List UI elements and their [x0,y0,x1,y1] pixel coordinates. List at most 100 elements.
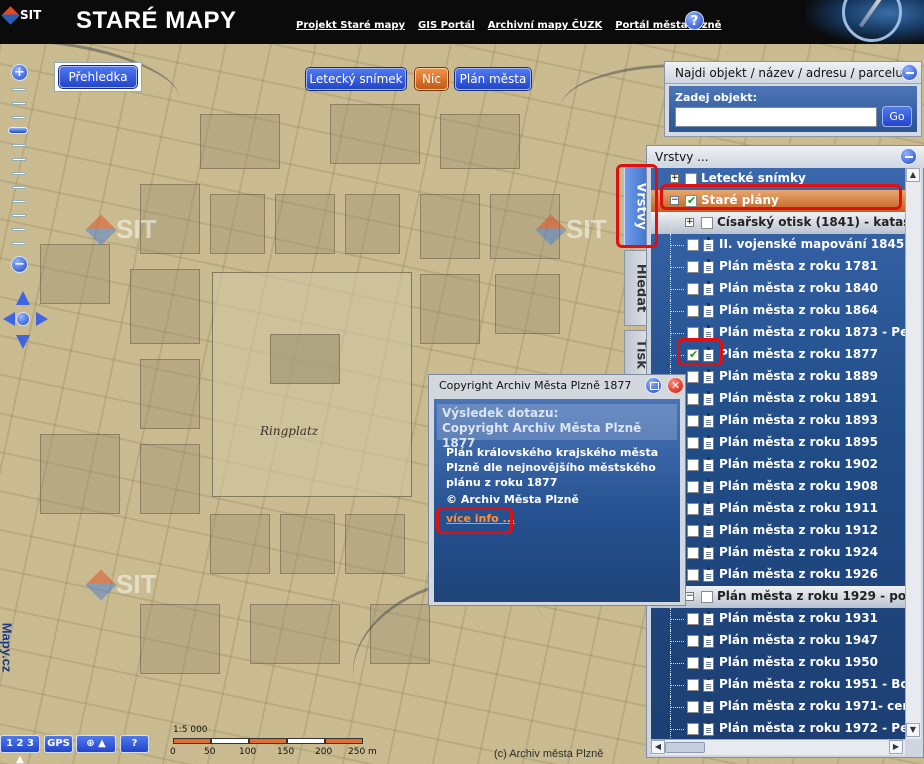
layer-checkbox[interactable] [687,503,699,515]
layer-document-icon[interactable] [703,633,714,648]
sit-logo[interactable]: SIT [1,6,48,26]
layer-document-icon[interactable] [703,347,714,362]
mapy-cz-brand[interactable]: Mapy.cz [0,623,14,673]
layer-document-icon[interactable] [703,435,714,450]
layer-document-icon[interactable] [703,501,714,516]
layer-row[interactable]: Plán města z roku 1947 [651,630,905,652]
layer-document-icon[interactable] [703,677,714,692]
layer-checkbox[interactable] [687,679,699,691]
layer-checkbox[interactable] [687,393,699,405]
zoom-tick[interactable] [12,144,26,147]
locate-button[interactable]: ⊕ ▲ [76,735,116,753]
search-go-button[interactable]: Go [882,106,912,127]
scroll-right-icon[interactable]: ▶ [889,740,903,754]
layer-row[interactable]: Plán města z roku 1972 - Petroh [651,718,905,739]
zoom-tick[interactable] [12,200,26,203]
layer-row[interactable]: Plán města z roku 1911 [651,498,905,520]
expand-icon[interactable]: + [685,218,694,227]
scroll-left-icon[interactable]: ◀ [651,740,665,754]
layer-row[interactable]: Plán města z roku 1895 [651,432,905,454]
layer-checkbox[interactable] [687,547,699,559]
zoom-tick[interactable] [12,102,26,105]
link-portal-mesta-plzne[interactable]: Portál města Plzně [615,20,721,31]
link-projekt-stare-mapy[interactable]: Projekt Staré mapy [296,20,405,31]
zoom-tick[interactable] [12,214,26,217]
zoom-tick[interactable] [12,228,26,231]
layers-collapse-icon[interactable] [900,148,917,165]
layer-document-icon[interactable] [703,259,714,274]
layer-row[interactable]: Plán města z roku 1908 [651,476,905,498]
layer-checkbox[interactable] [687,261,699,273]
layer-checkbox[interactable] [687,283,699,295]
layer-checkbox[interactable] [687,437,699,449]
zoom-tick[interactable] [12,158,26,161]
layer-document-icon[interactable] [703,567,714,582]
layer-document-icon[interactable] [703,237,714,252]
layer-row[interactable]: Plán města z roku 1891 [651,388,905,410]
layer-checkbox[interactable] [687,613,699,625]
zoom-tick[interactable] [12,116,26,119]
layer-checkbox[interactable] [687,481,699,493]
layer-vertical-scrollbar[interactable]: ▲ ▼ [905,168,921,739]
help-button[interactable]: ? [120,735,149,753]
link-archivni-mapy-cuzk[interactable]: Archivní mapy ČUZK [488,20,602,31]
layer-document-icon[interactable] [703,413,714,428]
pan-down-icon[interactable] [16,335,30,349]
layer-document-icon[interactable] [703,281,714,296]
layer-document-icon[interactable] [703,391,714,406]
overview-button[interactable]: Přehledka [59,66,137,88]
zoom-in-button[interactable]: + [11,64,28,81]
layer-checkbox[interactable] [687,723,699,735]
basemap-aerial-button[interactable]: Letecký snímek [306,68,406,90]
layer-row[interactable]: Plán města z roku 1893 [651,410,905,432]
layer-row[interactable]: Plán města z roku 1924 [651,542,905,564]
layer-row[interactable]: Plán města z roku 1912 [651,520,905,542]
layer-document-icon[interactable] [703,457,714,472]
zoom-tick[interactable] [12,88,26,91]
layer-document-icon[interactable] [703,655,714,670]
pan-up-icon[interactable] [16,291,30,305]
layer-row[interactable]: Plán města z roku 1864 [651,300,905,322]
layer-checkbox[interactable] [701,217,713,229]
popup-restore-icon[interactable] [645,377,662,394]
scroll-thumb[interactable] [665,742,705,753]
layer-checkbox[interactable] [687,348,699,361]
popup-close-icon[interactable]: ✕ [667,377,684,394]
zoom-tick[interactable] [12,242,26,245]
zoom-tick[interactable] [12,186,26,189]
help-icon[interactable]: ? [685,11,704,30]
search-input[interactable] [675,107,877,127]
zoom-tick[interactable] [12,172,26,175]
layer-row[interactable]: Plán města z roku 1889 [651,366,905,388]
collapse-icon[interactable]: − [670,196,679,205]
basemap-none-button[interactable]: Nic [415,68,448,90]
layer-document-icon[interactable] [703,545,714,560]
gps-button[interactable]: GPS [44,735,73,753]
layer-row[interactable]: Plán města z roku 1931 [651,608,905,630]
layer-checkbox[interactable] [687,459,699,471]
layer-checkbox[interactable] [687,525,699,537]
layer-checkbox[interactable] [687,569,699,581]
layer-checkbox[interactable] [687,327,699,339]
layer-row[interactable]: + Letecké snímky [651,168,905,190]
layer-checkbox[interactable] [687,415,699,427]
pan-right-icon[interactable] [36,312,48,326]
layer-checkbox[interactable] [685,173,697,185]
layer-row[interactable]: II. vojenské mapování 1845 [651,234,905,256]
layer-row[interactable]: − Plán města z roku 1929 - po čtvrt [651,586,905,608]
layer-checkbox[interactable] [687,305,699,317]
layer-row[interactable]: Plán města z roku 1950 [651,652,905,674]
pan-control[interactable] [3,291,51,349]
layer-horizontal-scrollbar[interactable]: ◀ ▶ [651,739,905,755]
layer-checkbox[interactable] [687,371,699,383]
pan-center-button[interactable] [16,312,30,326]
more-info-link[interactable]: více info ... [446,512,515,525]
layer-row[interactable]: − Staré plány [651,190,905,212]
zoom-slider-track[interactable] [12,88,26,248]
layer-row[interactable]: Plán města z roku 1781 [651,256,905,278]
layer-document-icon[interactable] [703,699,714,714]
expand-icon[interactable]: + [670,174,679,183]
layer-document-icon[interactable] [703,523,714,538]
collapse-icon[interactable]: − [685,592,694,601]
layer-document-icon[interactable] [703,369,714,384]
